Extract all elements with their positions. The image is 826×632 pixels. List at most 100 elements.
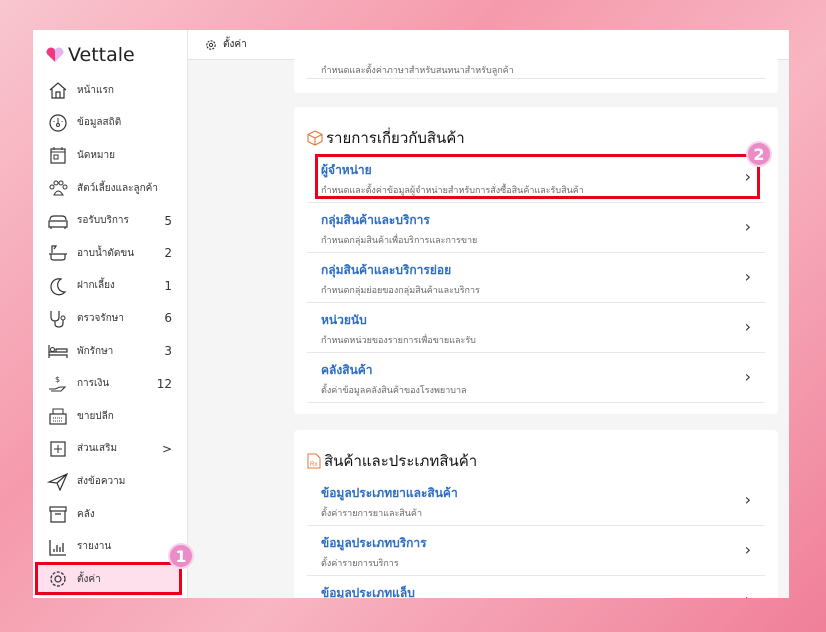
section-title: รายการเกี่ยวกับสินค้า xyxy=(294,123,778,153)
svg-text:$: $ xyxy=(55,375,60,384)
list-item[interactable]: คลังสินค้าตั้งค่าข้อมูลคลังสินค้าของโรงพ… xyxy=(307,353,765,403)
sidebar-item-label: สัตว์เลี้ยงและลูกค้า xyxy=(77,182,158,194)
sidebar-item-stethoscope[interactable]: ตรวจรักษา 6 xyxy=(33,302,188,335)
dashboard-icon xyxy=(47,113,69,133)
chevron-right-icon: › xyxy=(745,590,751,598)
sidebar-nav: หน้าแรกข้อมูลสถิตินัดหมายสัตว์เลี้ยงและล… xyxy=(33,74,188,596)
sidebar-item-bed[interactable]: พักรักษา 3 xyxy=(33,335,188,368)
row-desc: ตั้งค่าข้อมูลคลังสินค้าของโรงพยาบาล xyxy=(321,386,467,396)
language-card: กำหนดและตั้งค่าภาษาสำหรับสนทนาสำหรับลูกค… xyxy=(294,30,778,93)
chevron-right-icon: › xyxy=(744,317,751,336)
sidebar-item-label: คลัง xyxy=(77,508,95,520)
sidebar-item-moon[interactable]: ฝากเลี้ยง 1 xyxy=(33,270,188,303)
sidebar-item-bathtub[interactable]: อาบน้ำตัดขน 2 xyxy=(33,237,188,270)
row-desc: กำหนดกลุ่มย่อยของกลุ่มสินค้าและบริการ xyxy=(321,286,480,296)
row-title: กลุ่มสินค้าและบริการย่อย xyxy=(321,263,452,277)
stethoscope-icon xyxy=(47,308,69,329)
list-item[interactable]: กลุ่มสินค้าและบริการย่อยกำหนดกลุ่มย่อยขอ… xyxy=(307,253,765,303)
section-card: Rx สินค้าและประเภทสินค้า ข้อมูลประเภทยาแ… xyxy=(294,430,778,598)
sidebar-item-archive[interactable]: คลัง xyxy=(33,498,188,531)
bathtub-icon xyxy=(47,243,69,263)
chevron-right-icon: › xyxy=(744,540,751,559)
money-hand-icon: $ xyxy=(47,374,69,394)
logo[interactable]: Vettale xyxy=(45,44,135,66)
plus-square-icon xyxy=(47,439,69,459)
sidebar-item-send[interactable]: ส่งข้อความ xyxy=(33,465,188,498)
row-desc: ตั้งค่ารายการยาและสินค้า xyxy=(321,509,423,519)
sidebar-item-label: ตรวจรักษา xyxy=(77,312,124,324)
sidebar-item-label: ฝากเลี้ยง xyxy=(77,280,115,292)
sidebar-item-dashboard[interactable]: ข้อมูลสถิติ xyxy=(33,107,188,140)
sidebar-item-count: 3 xyxy=(164,344,172,359)
sidebar-item-cash-register[interactable]: ขายปลีก xyxy=(33,400,188,433)
heart-logo-icon xyxy=(46,47,64,62)
page-title: ตั้งค่า xyxy=(223,39,247,50)
section-title: Rx สินค้าและประเภทสินค้า xyxy=(294,446,778,476)
row-desc: กำหนดหน่วยของรายการเพื่อขายและรับ xyxy=(321,336,476,346)
row-desc: กำหนดกลุ่มสินค้าเพื่อบริการและการขาย xyxy=(321,236,478,246)
chevron-right-icon: › xyxy=(744,267,751,286)
calendar-icon xyxy=(47,145,69,165)
chevron-right-icon: › xyxy=(744,367,751,386)
send-icon xyxy=(47,471,69,492)
app-window: Vettale หน้าแรกข้อมูลสถิตินัดหมายสัตว์เล… xyxy=(33,30,789,598)
sidebar-item-chart[interactable]: รายงาน xyxy=(33,530,188,563)
sidebar-item-count: 1 xyxy=(164,278,172,293)
chevron-right-icon: › xyxy=(744,217,751,236)
list-item[interactable]: กลุ่มสินค้าและบริการกำหนดกลุ่มสินค้าเพื่… xyxy=(307,203,765,253)
list-item[interactable]: ข้อมูลประเภทบริการ ตั้งค่ารายการบริการ › xyxy=(307,526,765,576)
sidebar-item-label: หน้าแรก xyxy=(77,84,114,96)
cash-register-icon xyxy=(47,406,69,426)
row-title: หน่วยนับ xyxy=(321,313,367,327)
row-title: คลังสินค้า xyxy=(321,363,373,377)
sidebar-item-label: ข้อมูลสถิติ xyxy=(77,117,122,129)
paw-icon xyxy=(47,178,69,198)
app-name: Vettale xyxy=(68,44,135,66)
sidebar-item-sofa[interactable]: รอรับบริการ 5 xyxy=(33,204,188,237)
sidebar-item-money-hand[interactable]: $ การเงิน 12 xyxy=(33,367,188,400)
moon-icon xyxy=(47,276,69,296)
home-icon xyxy=(47,80,69,100)
sidebar-item-label: อาบน้ำตัดขน xyxy=(77,247,135,259)
sidebar-item-count: 12 xyxy=(156,376,172,391)
rx-file-icon: Rx xyxy=(307,453,321,469)
bed-icon xyxy=(47,341,69,361)
sidebar-item-label: การเงิน xyxy=(77,378,110,390)
sofa-icon xyxy=(47,211,69,231)
list-item[interactable]: กำหนดและตั้งค่าภาษาสำหรับสนทนาสำหรับลูกค… xyxy=(307,30,765,79)
step-badge-2: 2 xyxy=(746,141,772,167)
box-icon xyxy=(307,130,323,146)
row-title: ข้อมูลประเภทยาและสินค้า xyxy=(321,486,458,500)
sidebar-item-label: พักรักษา xyxy=(77,345,114,357)
chart-icon xyxy=(47,537,69,557)
sidebar-item-label: ส่วนเสริม xyxy=(77,443,118,455)
list-item[interactable]: ข้อมูลประเภทยาและสินค้าตั้งค่ารายการยาแล… xyxy=(307,476,765,526)
gear-icon xyxy=(206,39,216,50)
row-title: ข้อมูลประเภทบริการ xyxy=(321,536,427,550)
row-title: ข้อมูลประเภทแล็บ xyxy=(321,586,415,598)
sidebar-item-label: นัดหมาย xyxy=(77,149,115,161)
sidebar-item-plus-square[interactable]: ส่วนเสริม > xyxy=(33,433,188,466)
svg-text:Rx: Rx xyxy=(310,462,317,468)
sidebar-item-label: ขายปลีก xyxy=(77,410,114,422)
highlight-supplier xyxy=(315,154,760,199)
sidebar-item-count: > xyxy=(161,441,172,456)
sidebar-item-count: 5 xyxy=(164,213,172,228)
sidebar-item-calendar[interactable]: นัดหมาย xyxy=(33,139,188,172)
sidebar-item-count: 2 xyxy=(164,246,172,261)
sidebar: Vettale หน้าแรกข้อมูลสถิตินัดหมายสัตว์เล… xyxy=(33,30,188,598)
row-desc: กำหนดและตั้งค่าภาษาสำหรับสนทนาสำหรับลูกค… xyxy=(321,66,514,76)
sidebar-item-paw[interactable]: สัตว์เลี้ยงและลูกค้า xyxy=(33,172,188,205)
sidebar-item-count: 6 xyxy=(164,311,172,326)
chevron-right-icon: › xyxy=(744,490,751,509)
row-title: กลุ่มสินค้าและบริการ xyxy=(321,213,430,227)
archive-icon xyxy=(47,504,69,524)
sidebar-item-label: ส่งข้อความ xyxy=(77,475,126,487)
highlight-settings xyxy=(35,562,182,595)
step-badge-1: 1 xyxy=(168,543,194,569)
sidebar-item-label: รายงาน xyxy=(77,541,112,553)
sidebar-item-home[interactable]: หน้าแรก xyxy=(33,74,188,107)
sidebar-item-label: รอรับบริการ xyxy=(77,215,129,227)
list-item[interactable]: หน่วยนับกำหนดหน่วยของรายการเพื่อขายและรั… xyxy=(307,303,765,353)
list-item[interactable]: ข้อมูลประเภทแล็บ › xyxy=(307,576,765,598)
